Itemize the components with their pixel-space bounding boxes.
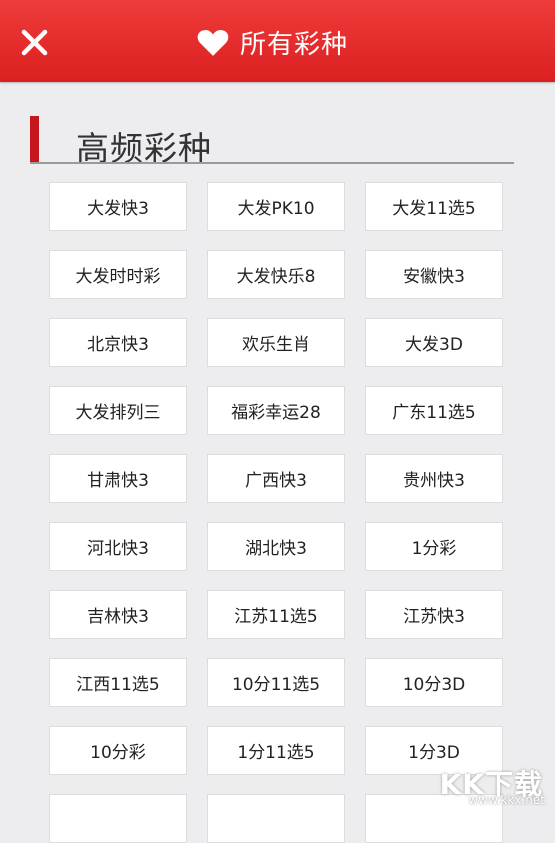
lottery-button[interactable]: 广东11选5 [365, 386, 503, 435]
lottery-button[interactable]: 江苏快3 [365, 590, 503, 639]
lottery-button[interactable]: 贵州快3 [365, 454, 503, 503]
page-title: 所有彩种 [240, 29, 349, 60]
lottery-button[interactable] [49, 794, 187, 843]
lottery-button[interactable]: 10分3D [365, 658, 503, 707]
lottery-button[interactable]: 1分11选5 [207, 726, 345, 775]
lottery-button[interactable]: 大发排列三 [49, 386, 187, 435]
lottery-button[interactable]: 福彩幸运28 [207, 386, 345, 435]
lottery-button[interactable]: 江苏11选5 [207, 590, 345, 639]
lottery-button[interactable]: 大发快乐8 [207, 250, 345, 299]
lottery-button[interactable]: 大发快3 [49, 182, 187, 231]
lottery-button[interactable]: 甘肃快3 [49, 454, 187, 503]
lottery-button[interactable]: 广西快3 [207, 454, 345, 503]
watermark-url: www.kkx.net [468, 793, 545, 807]
app-header: 所有彩种 [0, 0, 555, 82]
heart-icon [197, 30, 229, 56]
lottery-button[interactable]: 安徽快3 [365, 250, 503, 299]
section-accent-bar [30, 116, 39, 162]
section-divider [30, 162, 514, 164]
section-header: 高频彩种 [30, 116, 514, 168]
lottery-button[interactable]: 大发PK10 [207, 182, 345, 231]
lottery-button[interactable]: 江西11选5 [49, 658, 187, 707]
lottery-button[interactable]: 10分彩 [49, 726, 187, 775]
close-button[interactable] [14, 22, 54, 62]
lottery-button[interactable] [207, 794, 345, 843]
lottery-button[interactable]: 北京快3 [49, 318, 187, 367]
lottery-button[interactable]: 1分彩 [365, 522, 503, 571]
lottery-button[interactable]: 大发3D [365, 318, 503, 367]
lottery-button[interactable]: 大发11选5 [365, 182, 503, 231]
close-icon [21, 29, 48, 56]
lottery-button[interactable]: 吉林快3 [49, 590, 187, 639]
lottery-button[interactable]: 欢乐生肖 [207, 318, 345, 367]
lottery-button[interactable]: 湖北快3 [207, 522, 345, 571]
lottery-button[interactable]: 10分11选5 [207, 658, 345, 707]
lottery-button[interactable]: 河北快3 [49, 522, 187, 571]
watermark: KK下载 www.kkx.net [431, 763, 551, 807]
lottery-button[interactable]: 大发时时彩 [49, 250, 187, 299]
header-title-group: 所有彩种 [196, 22, 348, 62]
